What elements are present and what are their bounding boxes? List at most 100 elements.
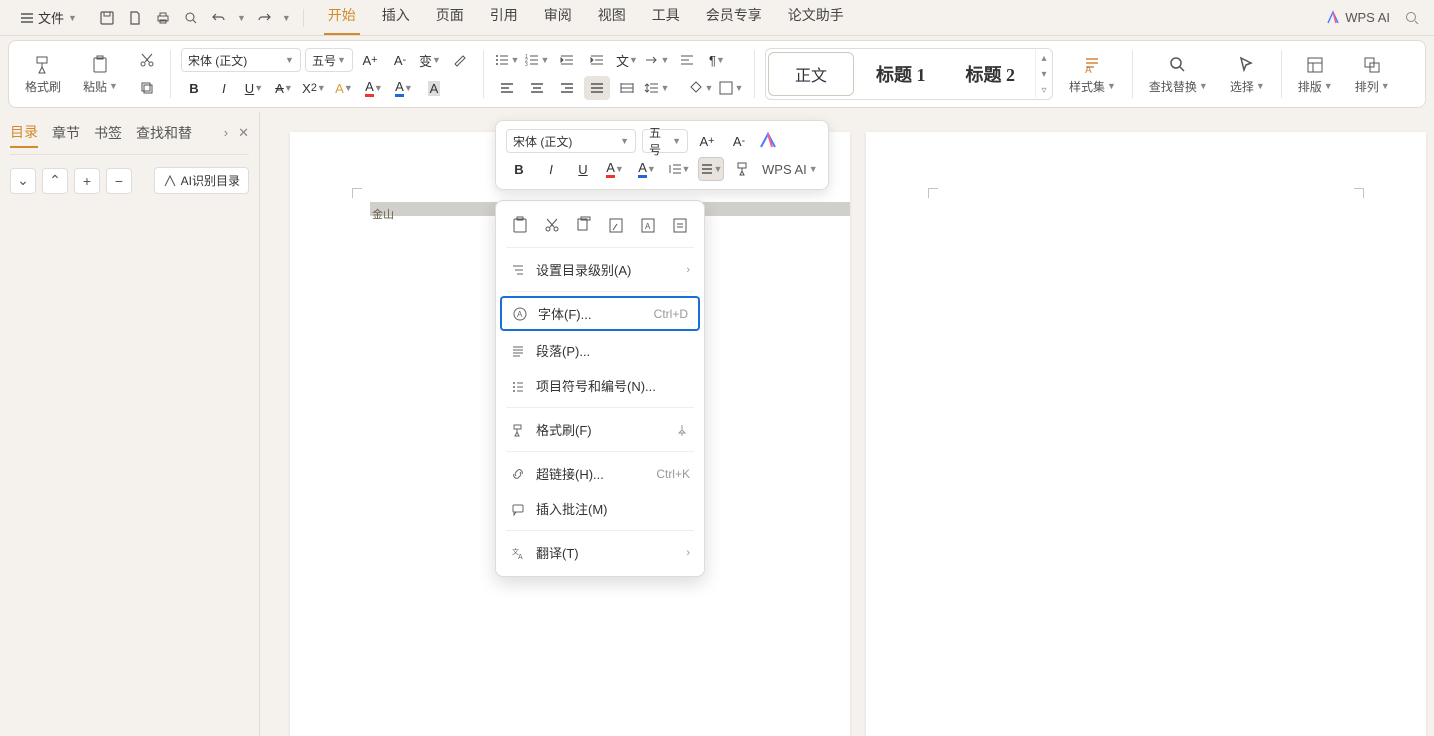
style-scroll-down[interactable]: ▾ [1036, 66, 1052, 82]
show-marks-button[interactable]: ¶▼ [704, 48, 730, 72]
italic-button[interactable]: I [211, 76, 237, 100]
select-button[interactable]: 选择▼ [1224, 52, 1271, 97]
align-justify-button[interactable] [584, 76, 610, 100]
mini-font-combo[interactable]: 宋体 (正文)▼ [506, 129, 636, 153]
ctx-format-painter[interactable]: 格式刷(F) [496, 412, 704, 447]
strikethrough-button[interactable]: A▼ [271, 76, 297, 100]
tab-thesis[interactable]: 论文助手 [784, 1, 848, 35]
clear-format-button[interactable] [447, 48, 473, 72]
search-icon[interactable] [1402, 8, 1422, 28]
mini-format-painter[interactable] [730, 157, 756, 181]
nav-tab-toc[interactable]: 目录 [10, 118, 38, 148]
mini-italic[interactable]: I [538, 157, 564, 181]
tab-review[interactable]: 审阅 [540, 1, 576, 35]
ctx-paste-icon[interactable] [510, 215, 530, 235]
cut-button[interactable] [134, 48, 160, 72]
tab-reference[interactable]: 引用 [486, 1, 522, 35]
copy-button[interactable] [134, 76, 160, 100]
nav-tab-chapter[interactable]: 章节 [52, 119, 80, 147]
mini-wps-ai-label[interactable]: WPS AI▼ [762, 162, 818, 177]
redo-dropdown[interactable]: ▼ [282, 13, 291, 23]
increase-indent-button[interactable] [584, 48, 610, 72]
font-name-combo[interactable]: 宋体 (正文)▼ [181, 48, 301, 72]
style-heading2[interactable]: 标题 2 [945, 49, 1035, 99]
character-shading-button[interactable]: A [421, 76, 447, 100]
ctx-paste-text-icon[interactable] [670, 215, 690, 235]
mini-highlight[interactable]: A▼ [602, 157, 628, 181]
mini-size-combo[interactable]: 五号▼ [642, 129, 688, 153]
shading-button[interactable]: ▼ [688, 76, 714, 100]
text-direction-button[interactable]: 文▼ [614, 48, 640, 72]
mini-bold[interactable]: B [506, 157, 532, 181]
mini-font-color[interactable]: A▼ [634, 157, 660, 181]
print-icon[interactable] [153, 8, 173, 28]
mini-line-spacing[interactable]: ▼ [666, 157, 692, 181]
align-left-button[interactable] [494, 76, 520, 100]
line-spacing-button[interactable]: ▼ [644, 76, 670, 100]
remove-button[interactable]: − [106, 168, 132, 194]
style-scroll-up[interactable]: ▴ [1036, 50, 1052, 66]
layout-button[interactable]: 排版▼ [1292, 52, 1339, 97]
line-break-button[interactable] [674, 48, 700, 72]
ctx-hyperlink[interactable]: 超链接(H)... Ctrl+K [496, 456, 704, 491]
ctx-translate[interactable]: 文A 翻译(T) › [496, 535, 704, 570]
decrease-indent-button[interactable] [554, 48, 580, 72]
paste-button[interactable]: 粘贴▼ [77, 52, 124, 97]
shrink-font-button[interactable]: A- [387, 48, 413, 72]
find-replace-button[interactable]: 查找替换▼ [1143, 52, 1214, 97]
format-painter-button[interactable]: 格式刷 [19, 52, 67, 97]
mini-grow-font[interactable]: A+ [694, 129, 720, 153]
superscript-button[interactable]: X2▼ [301, 76, 327, 100]
page-2[interactable] [866, 132, 1426, 736]
file-menu[interactable]: 文件 ▼ [12, 4, 85, 31]
numbering-button[interactable]: 123▼ [524, 48, 550, 72]
bullets-button[interactable]: ▼ [494, 48, 520, 72]
nav-tab-bookmark[interactable]: 书签 [94, 119, 122, 147]
ctx-font[interactable]: A 字体(F)... Ctrl+D [500, 296, 700, 331]
nav-close-icon[interactable]: ✕ [238, 125, 249, 141]
nav-more-icon[interactable]: › [224, 125, 228, 141]
ctx-paste-match-icon[interactable]: A [638, 215, 658, 235]
tab-view[interactable]: 视图 [594, 1, 630, 35]
distribute-button[interactable] [614, 76, 640, 100]
align-right-button[interactable] [554, 76, 580, 100]
arrange-button[interactable]: 排列▼ [1349, 52, 1396, 97]
preview-icon[interactable] [181, 8, 201, 28]
style-body[interactable]: 正文 [768, 52, 854, 96]
ltr-button[interactable]: ▼ [644, 48, 670, 72]
ai-toc-button[interactable]: AI识别目录 [154, 167, 249, 194]
highlight-button[interactable]: A▼ [361, 76, 387, 100]
ctx-insert-comment[interactable]: 插入批注(M) [496, 491, 704, 526]
ctx-bullets-numbering[interactable]: 项目符号和编号(N)... [496, 368, 704, 403]
bold-button[interactable]: B [181, 76, 207, 100]
borders-button[interactable]: ▼ [718, 76, 744, 100]
style-heading1[interactable]: 标题 1 [856, 49, 946, 99]
mini-shrink-font[interactable]: A- [726, 129, 752, 153]
tab-tools[interactable]: 工具 [648, 1, 684, 35]
add-button[interactable]: + [74, 168, 100, 194]
expand-button[interactable]: ⌄ [10, 168, 36, 194]
tab-insert[interactable]: 插入 [378, 1, 414, 35]
tab-page[interactable]: 页面 [432, 1, 468, 35]
mini-wps-ai-icon[interactable] [758, 131, 778, 151]
tab-member[interactable]: 会员专享 [702, 1, 766, 35]
wps-ai-button[interactable]: WPS AI [1325, 10, 1390, 26]
text-effect-button[interactable]: A▼ [331, 76, 357, 100]
redo-icon[interactable] [254, 8, 274, 28]
style-set-button[interactable]: A 样式集▼ [1063, 52, 1122, 97]
align-center-button[interactable] [524, 76, 550, 100]
font-size-combo[interactable]: 五号▼ [305, 48, 353, 72]
tab-start[interactable]: 开始 [324, 1, 360, 35]
ctx-paragraph[interactable]: 段落(P)... [496, 333, 704, 368]
font-color-button[interactable]: A▼ [391, 76, 417, 100]
nav-tab-find[interactable]: 查找和替 [136, 119, 192, 147]
ctx-toc-level[interactable]: 设置目录级别(A) › [496, 252, 704, 287]
mini-align[interactable]: ▼ [698, 157, 724, 181]
change-case-button[interactable]: 变▼ [417, 48, 443, 72]
collapse-button[interactable]: ⌃ [42, 168, 68, 194]
save-icon[interactable] [97, 8, 117, 28]
style-more[interactable]: ▿ [1036, 82, 1052, 98]
grow-font-button[interactable]: A+ [357, 48, 383, 72]
underline-button[interactable]: U▼ [241, 76, 267, 100]
ctx-cut-icon[interactable] [542, 215, 562, 235]
